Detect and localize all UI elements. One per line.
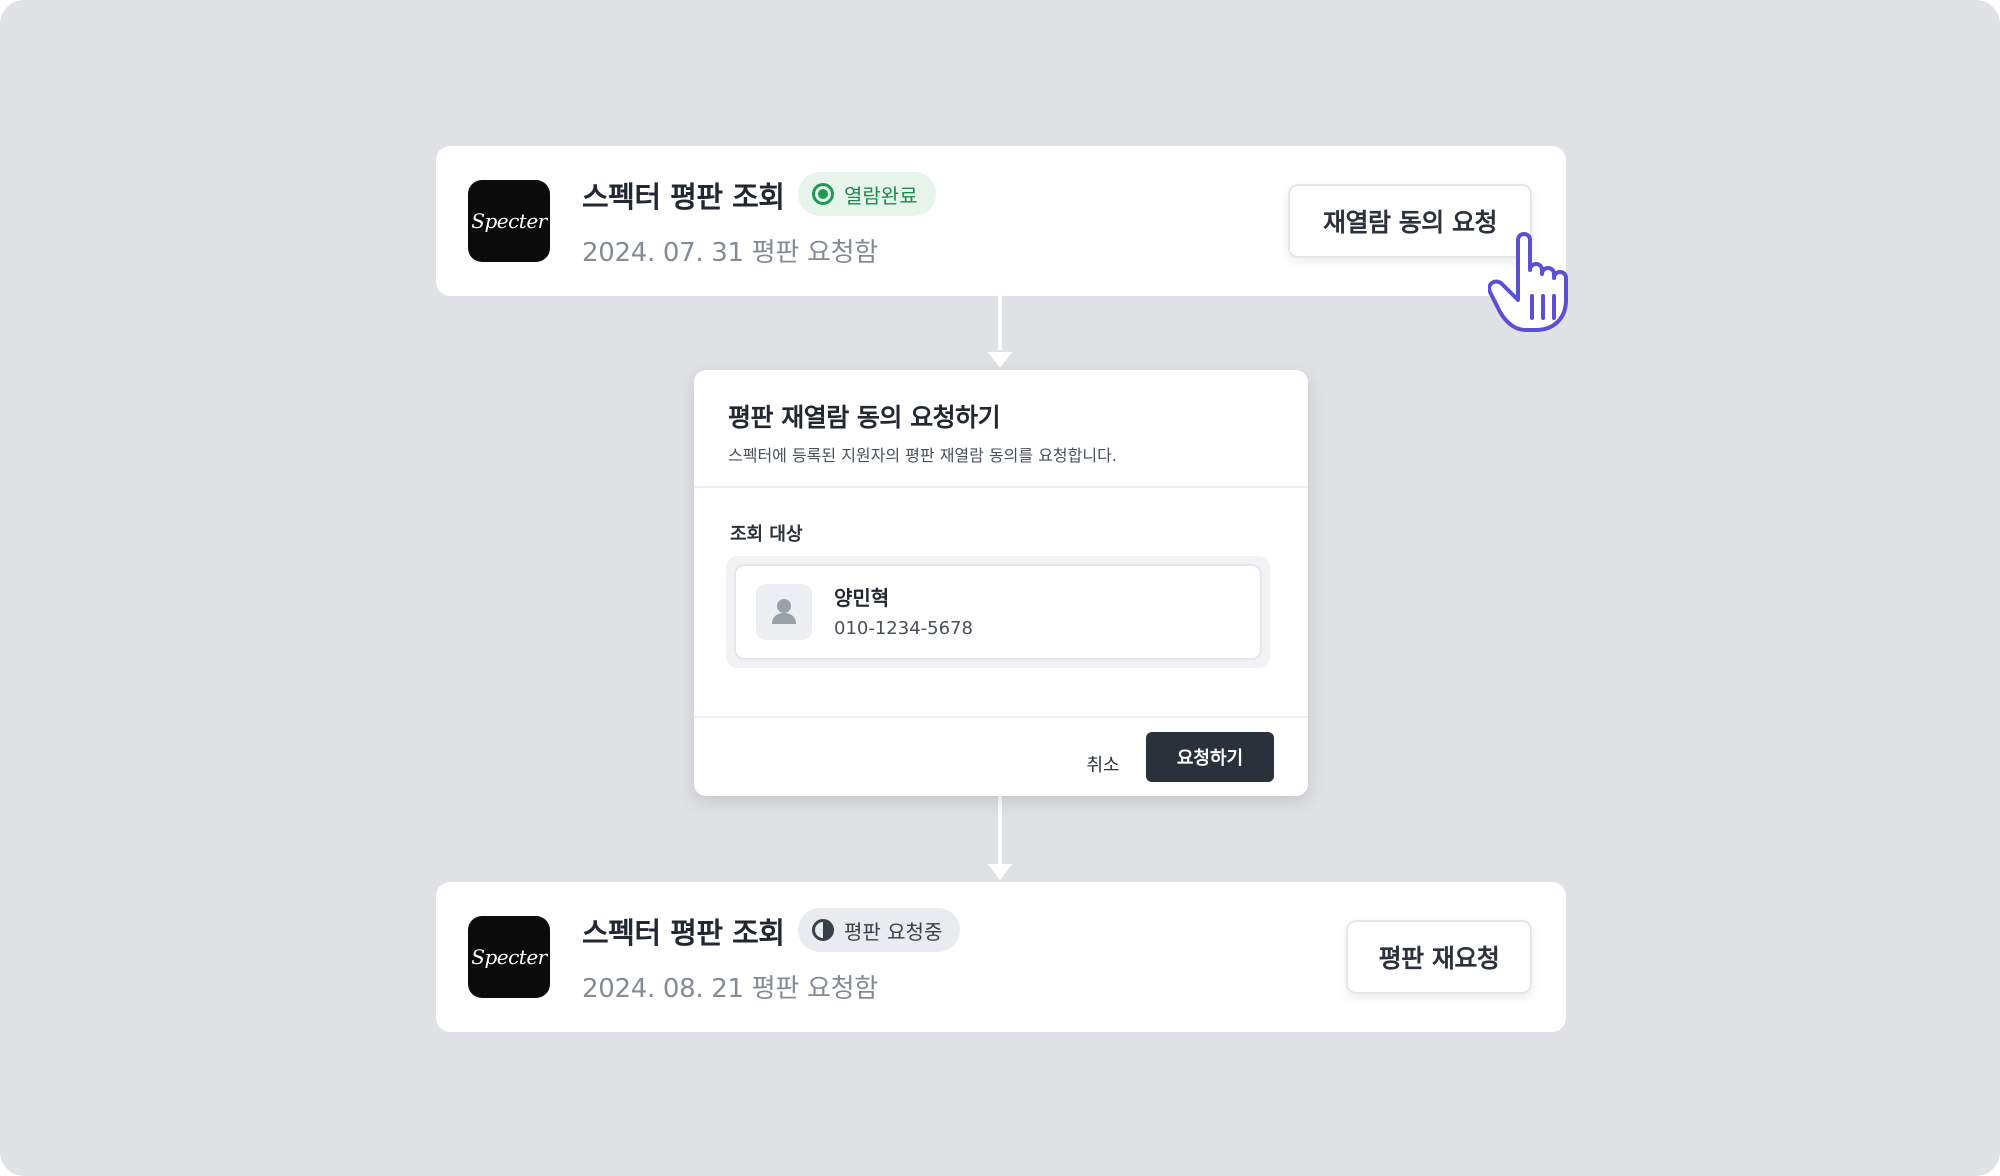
logo-text: Specter — [471, 945, 547, 969]
reputation-card-completed: Specter 스펙터 평판 조회 열람완료 2024. 07. 31 평판 요… — [436, 146, 1566, 296]
modal-title: 평판 재열람 동의 요청하기 — [728, 403, 1001, 432]
submit-request-button[interactable]: 요청하기 — [1146, 732, 1274, 782]
status-badge-label: 평판 요청중 — [844, 919, 943, 944]
flow-arrow-top — [988, 352, 1012, 368]
flow-arrow-bottom — [988, 864, 1012, 880]
reputation-card-pending: Specter 스펙터 평판 조회 평판 요청중 2024. 08. 21 평판… — [436, 882, 1566, 1032]
status-badge-completed: 열람완료 — [798, 172, 936, 216]
re-request-reputation-button[interactable]: 평판 재요청 — [1346, 920, 1532, 994]
target-phone: 010-1234-5678 — [834, 618, 973, 639]
user-avatar-icon — [756, 584, 812, 640]
reopen-consent-modal: 평판 재열람 동의 요청하기 스펙터에 등록된 지원자의 평판 재열람 동의를 … — [694, 370, 1308, 796]
status-badge-label: 열람완료 — [844, 183, 918, 208]
specter-logo: Specter — [468, 916, 550, 998]
request-date: 2024. 08. 21 평판 요청함 — [582, 974, 878, 1004]
radio-filled-icon — [812, 183, 834, 205]
half-circle-icon — [812, 919, 834, 941]
modal-description: 스펙터에 등록된 지원자의 평판 재열람 동의를 요청합니다. — [728, 446, 1117, 465]
modal-divider-top — [694, 486, 1308, 488]
pointer-hand-icon — [1488, 232, 1568, 332]
specter-logo: Specter — [468, 180, 550, 262]
request-date: 2024. 07. 31 평판 요청함 — [582, 238, 878, 268]
flow-connector-top — [998, 296, 1002, 350]
card-title: 스펙터 평판 조회 — [582, 180, 785, 214]
card-title: 스펙터 평판 조회 — [582, 916, 785, 950]
target-item[interactable]: 양민혁 010-1234-5678 — [734, 564, 1262, 660]
cancel-button[interactable]: 취소 — [1074, 744, 1132, 784]
target-section-label: 조회 대상 — [730, 524, 803, 545]
target-name: 양민혁 — [834, 586, 890, 610]
status-badge-pending: 평판 요청중 — [798, 908, 961, 952]
logo-text: Specter — [471, 209, 547, 233]
flow-connector-bottom — [998, 794, 1002, 868]
target-list: 양민혁 010-1234-5678 — [726, 556, 1270, 668]
canvas-background: Specter 스펙터 평판 조회 열람완료 2024. 07. 31 평판 요… — [0, 0, 2000, 1176]
modal-divider-bottom — [694, 716, 1308, 718]
